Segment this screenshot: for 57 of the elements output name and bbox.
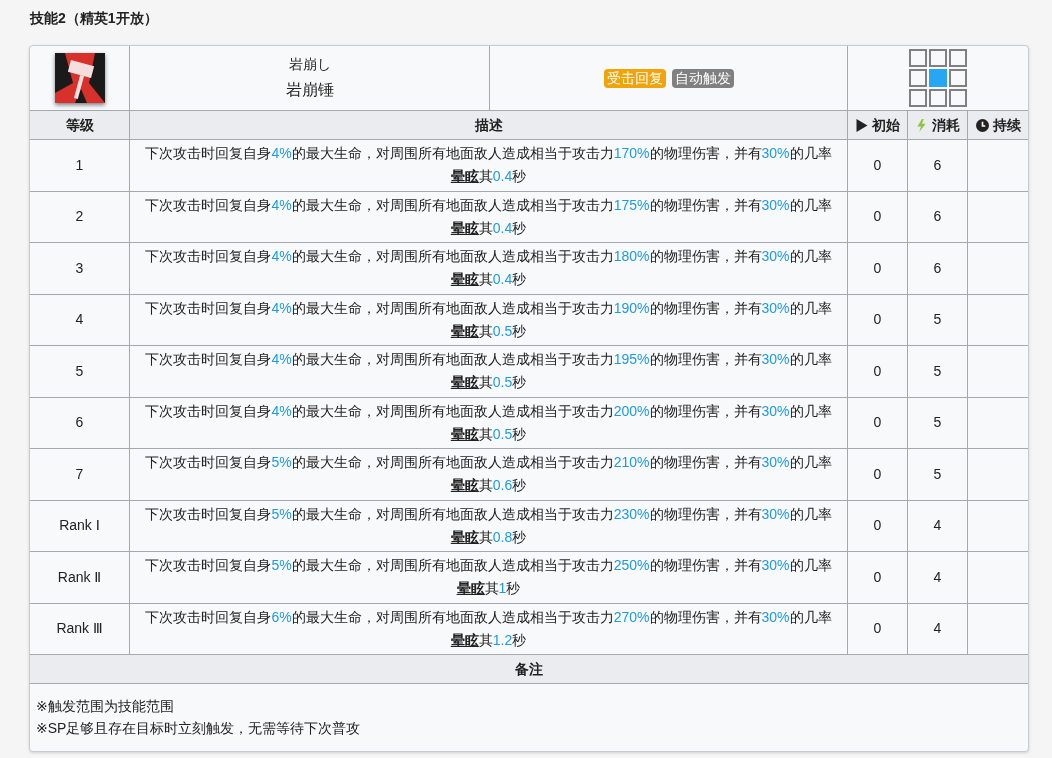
level-cell-text: 1: [75, 155, 84, 175]
level-cell-text: Rank Ⅰ: [59, 516, 100, 536]
initial-sp-cell-text: 0: [873, 310, 882, 330]
skill-description: 下次攻击时回复自身4%的最大生命，对周围所有地面敌人造成相当于攻击力195%的物理伤害，并有30%的几率 晕眩其0.5秒: [144, 350, 833, 393]
initial-sp-cell-text: 0: [873, 619, 882, 639]
initial-sp-cell-text: 0: [873, 413, 882, 433]
skill-description: 下次攻击时回复自身4%的最大生命，对周围所有地面敌人造成相当于攻击力170%的物理伤害，并有30%的几率 晕眩其0.4秒: [144, 144, 833, 187]
sp-cost-cell-text: 5: [933, 413, 942, 433]
skill-description: 下次攻击时回复自身4%的最大生命，对周围所有地面敌人造成相当于攻击力200%的物理伤害，并有30%的几率 晕眩其0.5秒: [144, 401, 833, 444]
skill-description: 下次攻击时回复自身5%的最大生命，对周围所有地面敌人造成相当于攻击力230%的物理伤害，并有30%的几率 晕眩其0.8秒: [144, 504, 833, 547]
skill-description: 下次攻击时回复自身4%的最大生命，对周围所有地面敌人造成相当于攻击力175%的物理伤害，并有30%的几率 晕眩其0.4秒: [144, 195, 833, 238]
level-cell-text: 4: [75, 310, 84, 330]
initial-sp-cell-text: 0: [873, 516, 882, 536]
level-cell-text: 2: [75, 207, 84, 227]
sp-cost-cell-text: 5: [933, 310, 942, 330]
initial-sp-cell-text: 0: [873, 155, 882, 175]
notes-header: 备注: [515, 659, 543, 679]
initial-sp-cell-text: 0: [873, 361, 882, 381]
skill-icon: [54, 53, 105, 103]
sp-cost-cell-text: 4: [933, 619, 942, 639]
skill-tag: 受击回复: [603, 68, 666, 88]
sp-cost-cell-text: 6: [933, 155, 942, 175]
skill-description: 下次攻击时回复自身4%的最大生命，对周围所有地面敌人造成相当于攻击力180%的物理伤害，并有30%的几率 晕眩其0.4秒: [144, 247, 833, 290]
skill-name-japanese: 岩崩し: [287, 55, 332, 74]
skill-description: 下次攻击时回复自身5%的最大生命，对周围所有地面敌人造成相当于攻击力210%的物理伤害，并有30%的几率 晕眩其0.6秒: [144, 453, 833, 496]
initial-sp-cell-text: 0: [873, 567, 882, 587]
column-header: 持续: [992, 115, 1021, 135]
section-title: 技能2（精英1开放）: [28, 9, 159, 28]
note-line: ※SP足够且存在目标时立刻触发，无需等待下次普攻: [36, 718, 362, 738]
level-cell-text: 6: [75, 413, 84, 433]
note-line: ※触发范围为技能范围: [36, 697, 175, 716]
skill-description: 下次攻击时回复自身6%的最大生命，对周围所有地面敌人造成相当于攻击力270%的物理伤害，并有30%的几率 晕眩其1.2秒: [144, 607, 833, 650]
level-cell-text: 3: [75, 258, 84, 278]
sp-cost-cell-text: 4: [933, 516, 942, 536]
sp-cost-cell-text: 4: [933, 567, 942, 587]
column-header: 描述: [474, 115, 503, 135]
initial-sp-cell-text: 0: [873, 207, 882, 227]
column-header: 等级: [65, 115, 94, 135]
level-cell-text: 7: [75, 464, 84, 484]
level-cell-text: 5: [75, 361, 84, 381]
skill-tag: 自动触发: [671, 68, 734, 88]
sp-cost-cell-text: 6: [933, 207, 942, 227]
skill-description: 下次攻击时回复自身4%的最大生命，对周围所有地面敌人造成相当于攻击力190%的物理伤害，并有30%的几率 晕眩其0.5秒: [144, 298, 833, 341]
skill-description: 下次攻击时回复自身5%的最大生命，对周围所有地面敌人造成相当于攻击力250%的物理伤害，并有30%的几率 晕眩其1秒: [144, 556, 833, 599]
level-cell-text: Rank Ⅱ: [57, 567, 102, 587]
play-icon: [855, 118, 868, 132]
sp-cost-cell-text: 5: [933, 464, 942, 484]
initial-sp-cell-text: 0: [873, 464, 882, 484]
sp-cost-cell-text: 6: [933, 258, 942, 278]
level-cell-text: Rank Ⅲ: [56, 619, 103, 639]
sp-cost-cell-text: 5: [933, 361, 942, 381]
lightning-icon: [915, 118, 928, 132]
initial-sp-cell-text: 0: [873, 258, 882, 278]
clock-icon: [975, 118, 989, 132]
skill-name: 岩崩锤: [285, 80, 334, 100]
column-header: 初始: [872, 115, 900, 135]
column-header: 消耗: [932, 115, 960, 135]
